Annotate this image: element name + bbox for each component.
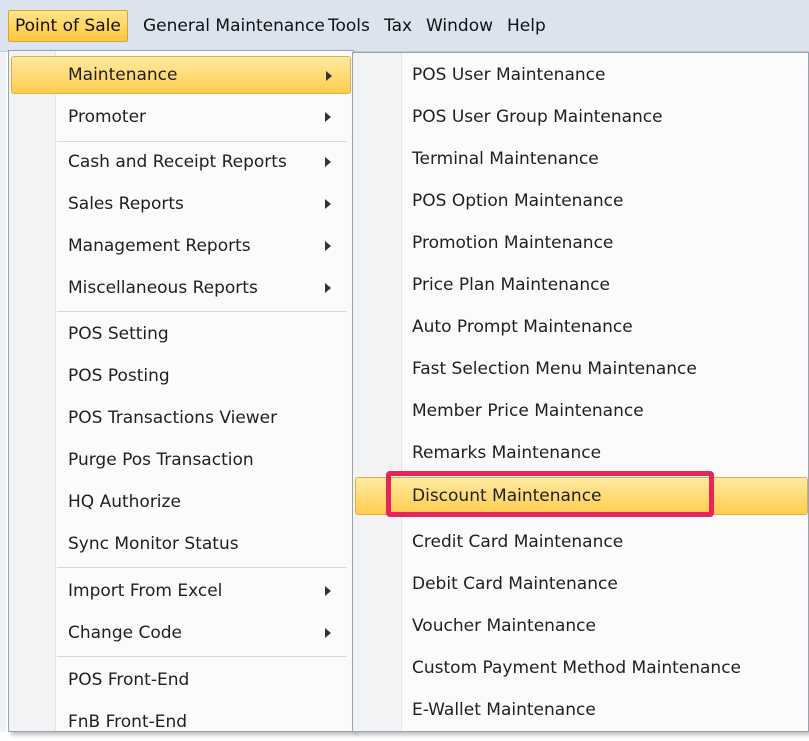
menu-tax[interactable]: Tax: [378, 10, 418, 42]
menu-item-label: Maintenance: [68, 65, 178, 85]
menu-item-terminal-maintenance[interactable]: Terminal Maintenance: [355, 140, 808, 178]
menu-item-label: HQ Authorize: [68, 492, 181, 512]
submenu-arrow-icon: [325, 283, 331, 293]
maintenance-submenu: POS User Maintenance POS User Group Main…: [352, 52, 809, 732]
menu-item-custom-payment-method-maintenance[interactable]: Custom Payment Method Maintenance: [355, 649, 808, 687]
menu-item-pos-posting[interactable]: POS Posting: [11, 357, 351, 395]
menu-help[interactable]: Help: [501, 10, 552, 42]
menu-item-label: Credit Card Maintenance: [412, 532, 624, 552]
menu-item-label: Custom Payment Method Maintenance: [412, 658, 742, 678]
menu-item-label: Purge Pos Transaction: [68, 450, 254, 470]
menu-item-remarks-maintenance[interactable]: Remarks Maintenance: [355, 434, 808, 472]
menu-item-label: Sync Monitor Status: [68, 534, 239, 554]
menu-item-import-from-excel[interactable]: Import From Excel: [11, 572, 351, 610]
menu-item-label: Management Reports: [68, 236, 251, 256]
menu-item-label: POS User Group Maintenance: [412, 107, 663, 127]
menu-item-label: Remarks Maintenance: [412, 443, 602, 463]
menu-item-auto-prompt-maintenance[interactable]: Auto Prompt Maintenance: [355, 308, 808, 346]
menu-item-e-wallet-maintenance[interactable]: E-Wallet Maintenance: [355, 691, 808, 729]
submenu-arrow-icon: [325, 112, 331, 122]
submenu-arrow-icon: [326, 71, 332, 81]
menu-item-label: FnB Front-End: [68, 712, 188, 732]
menu-bar: Point of Sale General Maintenance Tools …: [0, 0, 809, 52]
menu-separator: [57, 141, 347, 142]
menu-item-label: Change Code: [68, 623, 183, 643]
menu-item-label: Auto Prompt Maintenance: [412, 317, 633, 337]
menu-item-label: Miscellaneous Reports: [68, 278, 258, 298]
menu-item-sync-monitor-status[interactable]: Sync Monitor Status: [11, 525, 351, 563]
menu-item-pos-user-maintenance[interactable]: POS User Maintenance: [355, 56, 808, 94]
menu-item-label: Promotion Maintenance: [412, 233, 614, 253]
menu-item-sales-reports[interactable]: Sales Reports: [11, 185, 351, 223]
menu-item-label: POS Setting: [68, 324, 169, 344]
menu-item-cash-and-receipt-reports[interactable]: Cash and Receipt Reports: [11, 143, 351, 181]
menu-item-management-reports[interactable]: Management Reports: [11, 227, 351, 265]
menu-item-label: POS Transactions Viewer: [68, 408, 278, 428]
menu-item-fast-selection-menu-maintenance[interactable]: Fast Selection Menu Maintenance: [355, 350, 808, 388]
annotation-highlight-box: [386, 471, 714, 517]
menu-item-change-code[interactable]: Change Code: [11, 614, 351, 652]
menu-item-label: Sales Reports: [68, 194, 184, 214]
submenu-arrow-icon: [325, 241, 331, 251]
menu-separator: [57, 311, 347, 312]
menu-item-maintenance[interactable]: Maintenance: [11, 56, 351, 94]
menu-item-credit-card-maintenance[interactable]: Credit Card Maintenance: [355, 523, 808, 561]
menu-point-of-sale[interactable]: Point of Sale: [8, 10, 128, 42]
menu-item-label: POS Option Maintenance: [412, 191, 624, 211]
menu-item-label: Import From Excel: [68, 581, 223, 601]
submenu-arrow-icon: [325, 157, 331, 167]
menu-item-label: Debit Card Maintenance: [412, 574, 618, 594]
menu-item-promoter[interactable]: Promoter: [11, 98, 351, 136]
menu-item-label: POS User Maintenance: [412, 65, 606, 85]
background-strip: [0, 52, 6, 732]
point-of-sale-menu: Maintenance Promoter Cash and Receipt Re…: [8, 50, 354, 732]
menu-separator: [57, 656, 347, 657]
submenu-arrow-icon: [325, 628, 331, 638]
menu-item-label: POS Front-End: [68, 670, 190, 690]
menu-item-pos-transactions-viewer[interactable]: POS Transactions Viewer: [11, 399, 351, 437]
submenu-arrow-icon: [325, 586, 331, 596]
submenu-arrow-icon: [325, 199, 331, 209]
menu-item-purge-pos-transaction[interactable]: Purge Pos Transaction: [11, 441, 351, 479]
menu-item-debit-card-maintenance[interactable]: Debit Card Maintenance: [355, 565, 808, 603]
menu-item-voucher-maintenance[interactable]: Voucher Maintenance: [355, 607, 808, 645]
menu-item-label: Member Price Maintenance: [412, 401, 644, 421]
menu-item-label: Fast Selection Menu Maintenance: [412, 359, 697, 379]
menu-item-price-plan-maintenance[interactable]: Price Plan Maintenance: [355, 266, 808, 304]
menu-window[interactable]: Window: [420, 10, 499, 42]
menu-tools[interactable]: Tools: [322, 10, 376, 42]
menu-item-promotion-maintenance[interactable]: Promotion Maintenance: [355, 224, 808, 262]
menu-item-miscellaneous-reports[interactable]: Miscellaneous Reports: [11, 269, 351, 307]
menu-item-pos-option-maintenance[interactable]: POS Option Maintenance: [355, 182, 808, 220]
menu-item-hq-authorize[interactable]: HQ Authorize: [11, 483, 351, 521]
menu-item-label: Price Plan Maintenance: [412, 275, 610, 295]
menu-item-label: POS Posting: [68, 366, 170, 386]
menu-item-pos-setting[interactable]: POS Setting: [11, 315, 351, 353]
menu-general-maintenance[interactable]: General Maintenance: [137, 10, 331, 42]
menu-item-pos-front-end[interactable]: POS Front-End: [11, 661, 351, 699]
menu-item-label: Promoter: [68, 107, 147, 127]
menu-separator: [57, 567, 347, 568]
menu-item-fnb-front-end[interactable]: FnB Front-End: [11, 703, 351, 741]
menu-item-member-price-maintenance[interactable]: Member Price Maintenance: [355, 392, 808, 430]
menu-item-pos-user-group-maintenance[interactable]: POS User Group Maintenance: [355, 98, 808, 136]
menu-item-label: Voucher Maintenance: [412, 616, 596, 636]
menu-item-label: E-Wallet Maintenance: [412, 700, 596, 720]
menu-item-label: Terminal Maintenance: [412, 149, 599, 169]
menu-item-label: Cash and Receipt Reports: [68, 152, 287, 172]
